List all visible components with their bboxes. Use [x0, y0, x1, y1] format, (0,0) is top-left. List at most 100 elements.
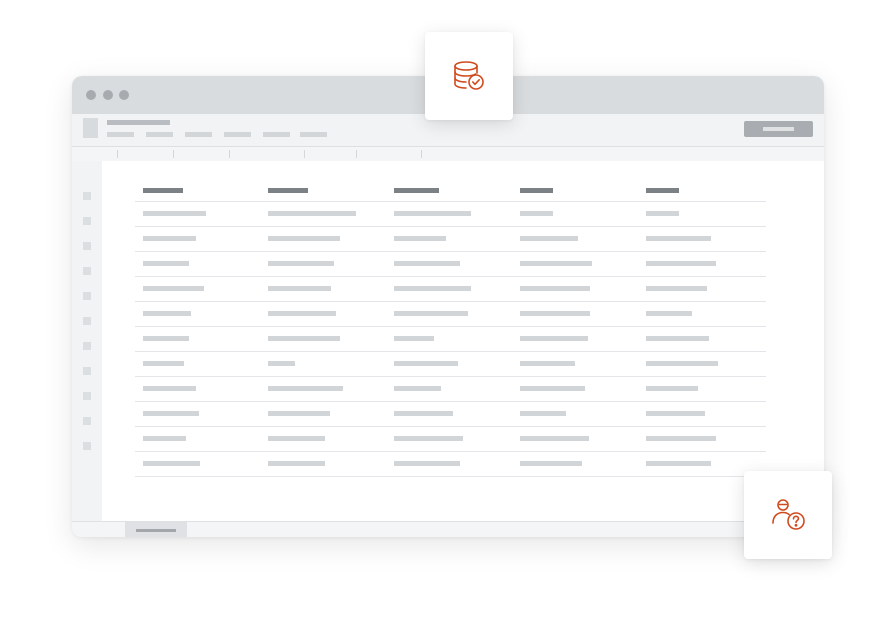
minimize-window-dot[interactable]	[103, 90, 113, 100]
table-cell[interactable]	[268, 386, 343, 391]
column-separator[interactable]	[173, 150, 174, 158]
sidebar-item-icon[interactable]	[83, 442, 91, 450]
row-divider	[135, 201, 766, 202]
ribbon-tab-3[interactable]	[185, 132, 212, 137]
sidebar-item-icon[interactable]	[83, 217, 91, 225]
table-cell[interactable]	[646, 386, 698, 391]
left-sidebar	[72, 161, 102, 537]
table-cell[interactable]	[143, 211, 206, 216]
table-cell[interactable]	[143, 461, 200, 466]
table-cell[interactable]	[646, 261, 716, 266]
table-cell[interactable]	[268, 411, 330, 416]
sidebar-item-icon[interactable]	[83, 317, 91, 325]
table-cell[interactable]	[646, 286, 707, 291]
sidebar-item-icon[interactable]	[83, 292, 91, 300]
ribbon-tab-4[interactable]	[224, 132, 251, 137]
table-cell[interactable]	[394, 211, 471, 216]
table-cell[interactable]	[520, 361, 575, 366]
maximize-window-dot[interactable]	[119, 90, 129, 100]
table-cell[interactable]	[520, 336, 588, 341]
table-cell[interactable]	[520, 386, 585, 391]
column-separator[interactable]	[117, 150, 118, 158]
table-cell[interactable]	[394, 411, 453, 416]
table-cell[interactable]	[268, 336, 340, 341]
user-help-badge	[744, 471, 832, 559]
table-cell[interactable]	[268, 361, 295, 366]
column-separator[interactable]	[229, 150, 230, 158]
table-cell[interactable]	[394, 361, 458, 366]
table-cell[interactable]	[520, 236, 578, 241]
row-divider	[135, 351, 766, 352]
ribbon-tab-2[interactable]	[146, 132, 173, 137]
table-cell[interactable]	[143, 361, 184, 366]
table-cell[interactable]	[520, 436, 589, 441]
column-header-bar	[72, 147, 824, 161]
column-separator[interactable]	[356, 150, 357, 158]
table-cell[interactable]	[143, 411, 199, 416]
table-cell[interactable]	[394, 386, 441, 391]
table-cell[interactable]	[143, 336, 189, 341]
row-divider	[135, 276, 766, 277]
table-cell[interactable]	[520, 211, 553, 216]
sheet-tab-active[interactable]	[125, 522, 187, 537]
app-window	[72, 76, 824, 537]
row-divider	[135, 476, 766, 477]
table-cell[interactable]	[520, 311, 590, 316]
table-cell[interactable]	[394, 261, 460, 266]
ribbon-action-button[interactable]	[744, 121, 813, 137]
column-header	[394, 188, 439, 193]
table-cell[interactable]	[143, 286, 204, 291]
table-cell[interactable]	[394, 461, 460, 466]
table-cell[interactable]	[520, 461, 582, 466]
close-window-dot[interactable]	[86, 90, 96, 100]
table-cell[interactable]	[394, 286, 471, 291]
column-header	[520, 188, 553, 193]
sidebar-item-icon[interactable]	[83, 342, 91, 350]
sidebar-item-icon[interactable]	[83, 392, 91, 400]
table-cell[interactable]	[268, 311, 336, 316]
table-cell[interactable]	[268, 461, 325, 466]
table-cell[interactable]	[520, 286, 590, 291]
table-cell[interactable]	[268, 436, 325, 441]
table-cell[interactable]	[520, 261, 592, 266]
table-cell[interactable]	[646, 461, 711, 466]
column-header	[646, 188, 679, 193]
table-cell[interactable]	[394, 336, 434, 341]
table-cell[interactable]	[646, 311, 692, 316]
sidebar-item-icon[interactable]	[83, 367, 91, 375]
sheet-tab-bar	[72, 521, 824, 537]
column-separator[interactable]	[421, 150, 422, 158]
table-cell[interactable]	[268, 261, 334, 266]
column-separator[interactable]	[304, 150, 305, 158]
table-cell[interactable]	[143, 436, 186, 441]
table-cell[interactable]	[646, 211, 679, 216]
table-cell[interactable]	[646, 411, 705, 416]
table-cell[interactable]	[268, 236, 340, 241]
row-divider	[135, 376, 766, 377]
sidebar-item-icon[interactable]	[83, 192, 91, 200]
sidebar-item-icon[interactable]	[83, 242, 91, 250]
ribbon-tab-6[interactable]	[300, 132, 327, 137]
table-cell[interactable]	[268, 286, 331, 291]
table-cell[interactable]	[394, 311, 468, 316]
column-header	[268, 188, 308, 193]
table-cell[interactable]	[143, 386, 196, 391]
sidebar-item-icon[interactable]	[83, 417, 91, 425]
user-question-icon	[772, 499, 805, 530]
table-cell[interactable]	[646, 436, 716, 441]
table-cell[interactable]	[394, 236, 446, 241]
table-cell[interactable]	[646, 336, 709, 341]
table-cell[interactable]	[143, 261, 189, 266]
row-divider	[135, 301, 766, 302]
table-cell[interactable]	[268, 211, 356, 216]
table-cell[interactable]	[520, 411, 566, 416]
ribbon-tab-5[interactable]	[263, 132, 290, 137]
sidebar-item-icon[interactable]	[83, 267, 91, 275]
document-title-placeholder	[107, 120, 170, 125]
table-cell[interactable]	[394, 436, 463, 441]
table-cell[interactable]	[646, 236, 711, 241]
ribbon-tab-1[interactable]	[107, 132, 134, 137]
table-cell[interactable]	[143, 236, 196, 241]
table-cell[interactable]	[143, 311, 191, 316]
table-cell[interactable]	[646, 361, 718, 366]
